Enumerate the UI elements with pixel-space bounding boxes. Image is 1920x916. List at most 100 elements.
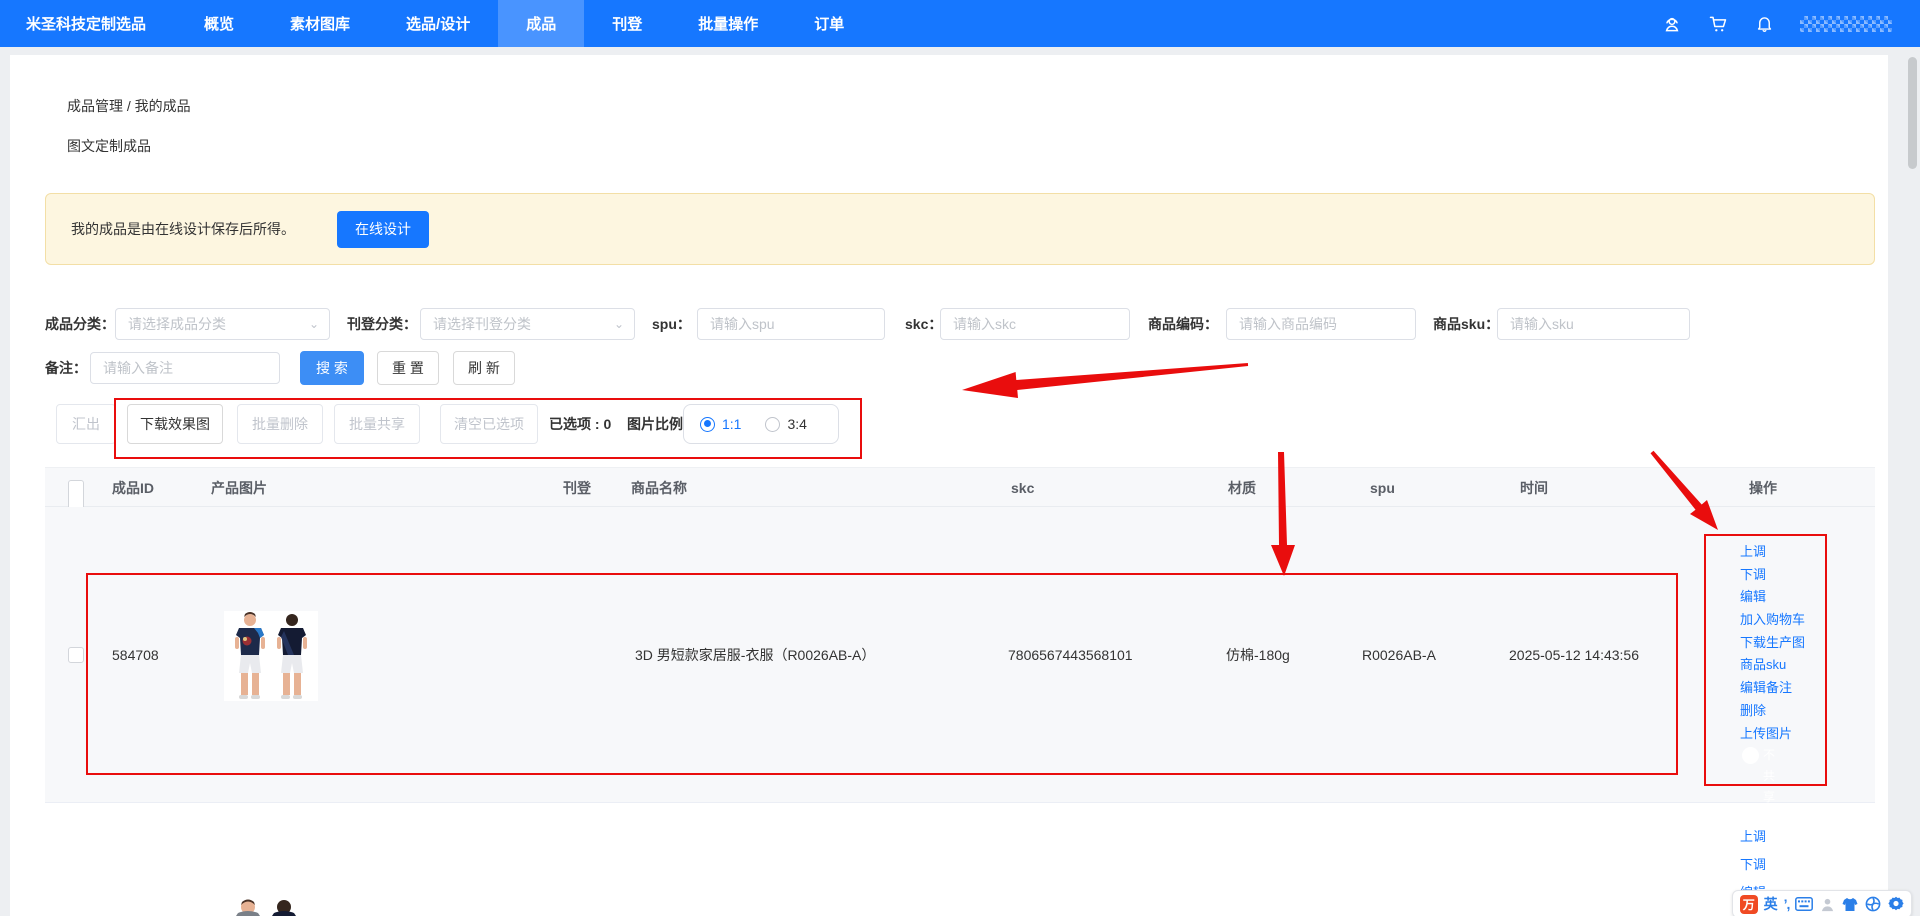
category-label: 成品分类： bbox=[45, 308, 115, 340]
keyboard-icon[interactable] bbox=[1795, 895, 1813, 913]
nav-item-selection-design[interactable]: 选品/设计 bbox=[378, 0, 498, 47]
download-render-button[interactable]: 下载效果图 bbox=[127, 404, 223, 444]
col-product-name: 商品名称 bbox=[631, 468, 687, 508]
ime-punctuation-icon[interactable]: ’, bbox=[1784, 896, 1790, 912]
product-code-field-wrap bbox=[1226, 308, 1416, 340]
action-edit[interactable]: 编辑 bbox=[1740, 586, 1805, 609]
product-image[interactable] bbox=[224, 611, 318, 701]
ratio-1-1-label: 1:1 bbox=[722, 416, 741, 432]
batch-delete-button[interactable]: 批量删除 bbox=[237, 404, 323, 444]
nav-item-batch-operations[interactable]: 批量操作 bbox=[670, 0, 786, 47]
row-skc: 7806567443568101 bbox=[1008, 645, 1133, 665]
category-select-placeholder: 请选择成品分类 bbox=[128, 314, 226, 334]
col-product-image: 产品图片 bbox=[211, 468, 267, 508]
main-menu: 概览 素材图库 选品/设计 成品 刊登 批量操作 订单 bbox=[176, 0, 872, 47]
action-move-up[interactable]: 上调 bbox=[1740, 823, 1766, 851]
radio-dot-icon bbox=[765, 417, 780, 432]
export-button[interactable]: 汇出 bbox=[56, 404, 116, 444]
bell-icon[interactable] bbox=[1754, 14, 1774, 34]
spu-field-wrap bbox=[697, 308, 885, 340]
nav-item-finished-products[interactable]: 成品 bbox=[498, 0, 584, 47]
toolbox-flower-icon[interactable] bbox=[1865, 895, 1882, 913]
row-time: 2025-05-12 14:43:56 bbox=[1509, 645, 1639, 665]
publish-select-placeholder: 请选择刊登分类 bbox=[433, 314, 531, 334]
search-button[interactable]: 搜 索 bbox=[300, 351, 364, 385]
ratio-3-4-radio[interactable]: 3:4 bbox=[765, 416, 806, 432]
nav-item-material-library[interactable]: 素材图库 bbox=[262, 0, 378, 47]
image-ratio-label: 图片比例: bbox=[627, 404, 688, 444]
row-product-name: 3D 男短款家居服-衣服（R0026AB-A） bbox=[635, 645, 875, 665]
action-add-to-cart[interactable]: 加入购物车 bbox=[1740, 609, 1805, 632]
image-ratio-group: 1:1 3:4 bbox=[683, 404, 839, 444]
action-upload-image[interactable]: 上传图片 bbox=[1740, 723, 1805, 746]
page-title: 图文定制成品 bbox=[67, 136, 151, 156]
ratio-1-1-radio[interactable]: 1:1 bbox=[700, 416, 741, 432]
settings-gear-icon[interactable] bbox=[1887, 895, 1904, 913]
selected-count-text: 已选项 : 0 bbox=[549, 404, 611, 444]
col-product-id: 成品ID bbox=[112, 468, 154, 508]
action-move-up[interactable]: 上调 bbox=[1740, 541, 1805, 564]
ime-language-indicator[interactable]: 英 bbox=[1764, 894, 1778, 914]
nav-item-overview[interactable]: 概览 bbox=[176, 0, 262, 47]
skc-input[interactable] bbox=[941, 309, 1129, 339]
col-publish: 刊登 bbox=[563, 468, 591, 508]
info-alert: 我的成品是由在线设计保存后所得。 在线设计 bbox=[45, 193, 1875, 265]
customer-service-icon[interactable] bbox=[1662, 14, 1682, 34]
col-spu: spu bbox=[1370, 468, 1395, 508]
navbar-right bbox=[1662, 0, 1920, 47]
product-sku-label: 商品sku： bbox=[1433, 308, 1499, 340]
nav-item-publish[interactable]: 刊登 bbox=[584, 0, 670, 47]
row-actions: 上调 下调 编辑 加入购物车 下载生产图 商品sku 编辑备注 删除 上传图片 … bbox=[1740, 541, 1805, 745]
product-image-partial[interactable] bbox=[228, 897, 308, 916]
spu-label: spu： bbox=[652, 308, 691, 340]
publish-category-label: 刊登分类： bbox=[347, 308, 417, 340]
category-select[interactable]: 请选择成品分类 ⌄ bbox=[115, 308, 330, 340]
action-download-production-image[interactable]: 下载生产图 bbox=[1740, 632, 1805, 655]
product-sku-input[interactable] bbox=[1498, 309, 1689, 339]
batch-share-button[interactable]: 批量共享 bbox=[334, 404, 420, 444]
product-code-input[interactable] bbox=[1227, 309, 1415, 339]
refresh-button[interactable]: 刷 新 bbox=[453, 351, 515, 385]
skc-field-wrap bbox=[940, 308, 1130, 340]
alert-text: 我的成品是由在线设计保存后所得。 bbox=[71, 219, 295, 239]
user-profile-icon[interactable] bbox=[1819, 895, 1836, 913]
col-skc: skc bbox=[1011, 468, 1034, 508]
row-spu: R0026AB-A bbox=[1362, 645, 1436, 665]
top-navbar: 米圣科技定制选品 概览 素材图库 选品/设计 成品 刊登 批量操作 订单 bbox=[0, 0, 1920, 47]
username-redacted[interactable] bbox=[1800, 16, 1892, 32]
col-time: 时间 bbox=[1520, 468, 1548, 508]
ime-logo-icon[interactable]: 万 bbox=[1740, 895, 1758, 914]
nav-item-orders[interactable]: 订单 bbox=[786, 0, 872, 47]
row-material: 仿棉-180g bbox=[1226, 645, 1290, 665]
col-actions: 操作 bbox=[1749, 468, 1777, 508]
ime-toolbar: 万 英 ’, bbox=[1732, 890, 1912, 916]
product-sku-field-wrap bbox=[1497, 308, 1690, 340]
spu-input[interactable] bbox=[698, 309, 884, 339]
clear-selected-button[interactable]: 清空已选项 bbox=[440, 404, 538, 444]
publish-category-select[interactable]: 请选择刊登分类 ⌄ bbox=[420, 308, 635, 340]
action-edit-remark[interactable]: 编辑备注 bbox=[1740, 677, 1805, 700]
action-move-down[interactable]: 下调 bbox=[1740, 564, 1805, 587]
brand-title: 米圣科技定制选品 bbox=[0, 0, 176, 47]
remark-label: 备注： bbox=[45, 352, 87, 384]
remark-field-wrap bbox=[90, 352, 280, 384]
row-checkbox[interactable] bbox=[68, 647, 84, 663]
online-design-button[interactable]: 在线设计 bbox=[337, 211, 429, 248]
chevron-down-icon: ⌄ bbox=[614, 317, 624, 331]
table-header: 成品ID 产品图片 刊登 商品名称 skc 材质 spu 时间 操作 bbox=[45, 467, 1875, 507]
remark-input[interactable] bbox=[91, 353, 279, 383]
cart-icon[interactable] bbox=[1708, 14, 1728, 34]
share-toggle-label: 不共享 bbox=[1763, 745, 1775, 766]
chevron-down-icon: ⌄ bbox=[309, 317, 319, 331]
ratio-3-4-label: 3:4 bbox=[787, 416, 806, 432]
action-move-down[interactable]: 下调 bbox=[1740, 851, 1766, 879]
action-product-sku[interactable]: 商品sku bbox=[1740, 654, 1805, 677]
vertical-scrollbar[interactable] bbox=[1908, 57, 1917, 169]
action-delete[interactable]: 删除 bbox=[1740, 700, 1805, 723]
skin-tshirt-icon[interactable] bbox=[1842, 895, 1859, 913]
row-product-id: 584708 bbox=[112, 645, 159, 665]
reset-button[interactable]: 重 置 bbox=[377, 351, 439, 385]
app-window: 米圣科技定制选品 概览 素材图库 选品/设计 成品 刊登 批量操作 订单 bbox=[0, 0, 1920, 916]
col-material: 材质 bbox=[1228, 468, 1256, 508]
breadcrumb: 成品管理 / 我的成品 bbox=[67, 96, 191, 116]
